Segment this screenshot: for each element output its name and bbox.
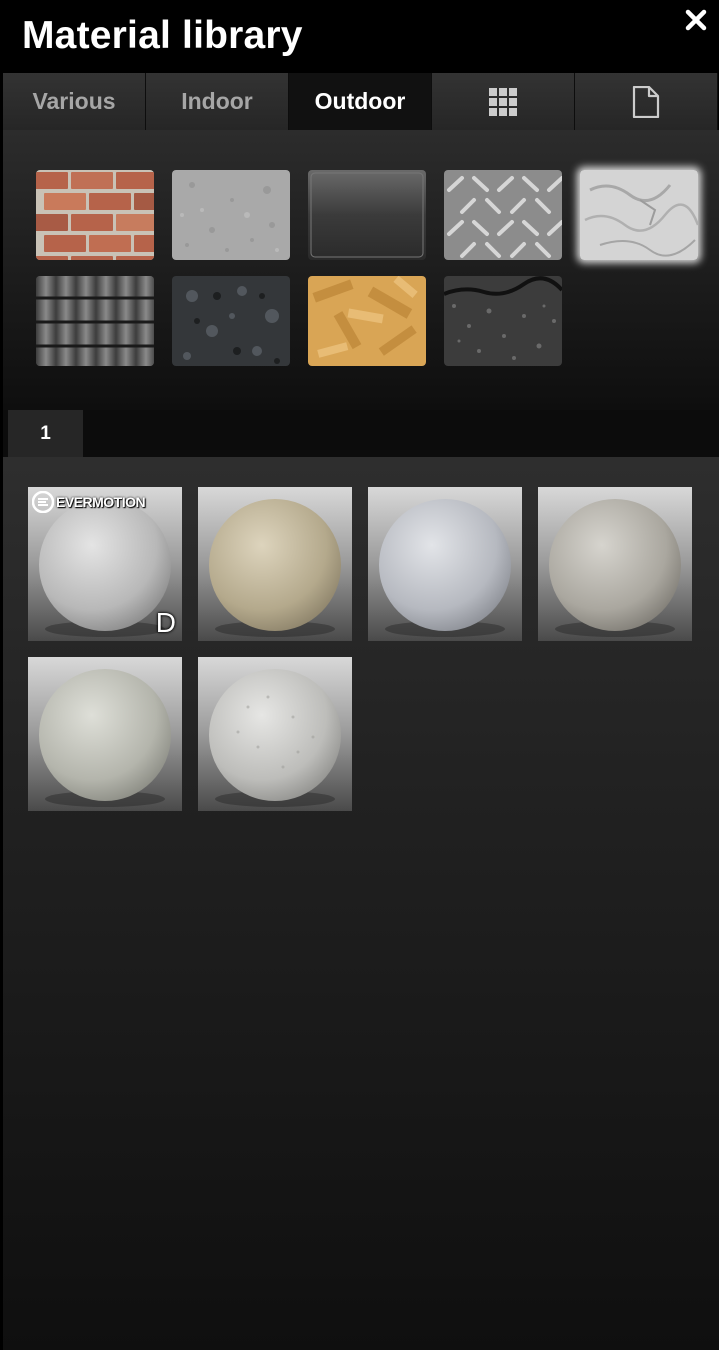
document-icon (632, 85, 660, 118)
page-tabs: 1 (3, 410, 719, 457)
material-item[interactable] (28, 657, 182, 811)
thumb-glass[interactable] (308, 170, 426, 260)
tab-document[interactable] (575, 73, 718, 130)
thumb-plaster[interactable] (580, 170, 698, 260)
material-grid: EVERMOTION D (3, 457, 719, 1350)
material-item[interactable] (368, 487, 522, 641)
thumb-brick[interactable] (36, 170, 154, 260)
category-thumbnails (3, 130, 719, 410)
tab-outdoor[interactable]: Outdoor (289, 73, 432, 130)
material-item[interactable] (198, 487, 352, 641)
page-tab-1[interactable]: 1 (8, 410, 83, 457)
thumb-asphalt[interactable] (444, 276, 562, 366)
header: Material library (0, 0, 719, 73)
tab-indoor[interactable]: Indoor (146, 73, 289, 130)
close-icon[interactable] (682, 6, 710, 34)
material-badge: D (155, 607, 176, 638)
material-item[interactable] (198, 657, 352, 811)
material-item[interactable]: EVERMOTION D (28, 487, 182, 641)
panel-title: Material library (22, 14, 303, 57)
thumb-tread-plate[interactable] (444, 170, 562, 260)
thumb-granite[interactable] (172, 276, 290, 366)
category-tabs: Various Indoor Outdoor (3, 73, 719, 130)
grid-icon (489, 87, 517, 116)
thumb-concrete[interactable] (172, 170, 290, 260)
evermotion-logo: EVERMOTION (32, 491, 146, 513)
tab-various[interactable]: Various (3, 73, 146, 130)
brand-label: EVERMOTION (56, 494, 146, 510)
tab-grid-view[interactable] (432, 73, 575, 130)
material-item[interactable] (538, 487, 692, 641)
material-library-panel: Material library Various Indoor Outdoor (0, 0, 719, 1350)
thumb-osb[interactable] (308, 276, 426, 366)
thumb-roof-tiles[interactable] (36, 276, 154, 366)
